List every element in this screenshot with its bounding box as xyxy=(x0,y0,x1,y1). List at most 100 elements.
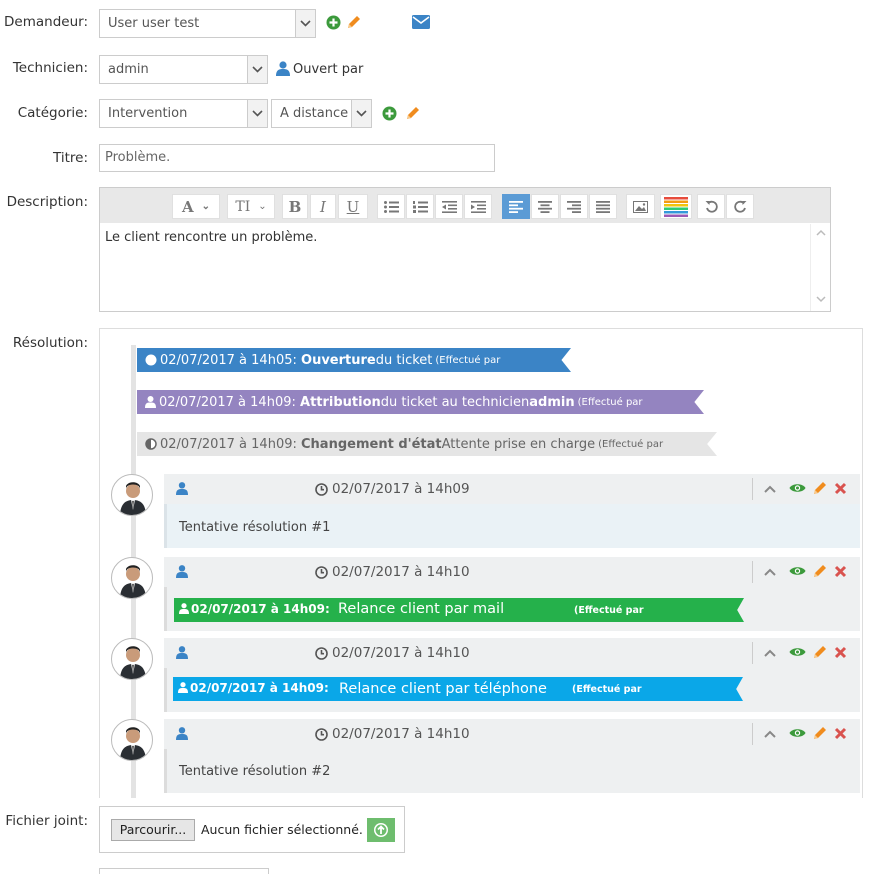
bullet-list-button[interactable] xyxy=(377,194,405,219)
color-palette-icon xyxy=(664,196,688,217)
align-justify-icon xyxy=(596,200,610,213)
color-button[interactable] xyxy=(660,194,692,219)
circle-icon xyxy=(145,354,157,366)
banner-date: 02/07/2017 à 14h09: xyxy=(191,602,330,616)
divider xyxy=(752,478,753,500)
pencil-icon[interactable] xyxy=(812,644,828,660)
align-right-icon xyxy=(567,200,581,213)
entry-date: 02/07/2017 à 14h10 xyxy=(332,645,470,661)
chevron-up-icon[interactable] xyxy=(764,485,776,493)
chevron-up-icon[interactable] xyxy=(764,568,776,576)
resolution-label: Résolution: xyxy=(12,335,88,351)
delete-icon[interactable] xyxy=(834,646,847,659)
phone-followup-banner: 02/07/2017 à 14h09: Relance client par t… xyxy=(173,677,743,701)
envelope-icon[interactable] xyxy=(412,15,430,33)
add-icon[interactable] xyxy=(382,106,397,125)
event-ribbon-opening: 02/07/2017 à 14h05: Ouverture du ticket … xyxy=(137,348,571,372)
event-text: Attente prise en charge xyxy=(441,436,596,452)
file-upload-box: Parcourir... Aucun fichier sélectionné. xyxy=(99,806,405,853)
pencil-icon[interactable] xyxy=(812,725,828,741)
divider xyxy=(752,723,753,745)
user-icon xyxy=(176,565,188,578)
italic-icon: I xyxy=(320,197,326,216)
redo-button[interactable] xyxy=(726,194,754,219)
entry-header xyxy=(164,474,860,504)
upload-button[interactable] xyxy=(367,818,395,842)
align-justify-button[interactable] xyxy=(589,194,617,219)
indent-icon xyxy=(470,200,486,213)
titre-label: Titre: xyxy=(53,150,88,166)
event-action: Changement d'état xyxy=(301,436,442,452)
outdent-button[interactable] xyxy=(435,194,463,219)
align-right-button[interactable] xyxy=(560,194,588,219)
file-status: Aucun fichier sélectionné. xyxy=(201,822,363,837)
font-size-button[interactable]: TI ⌄ xyxy=(227,194,275,219)
italic-button[interactable]: I xyxy=(310,194,336,219)
categorie-select[interactable]: Intervention xyxy=(99,99,268,128)
event-date: 02/07/2017 à 14h09: xyxy=(160,436,297,452)
demandeur-select[interactable]: User user test xyxy=(99,9,316,38)
categorie-value: Intervention xyxy=(108,106,188,121)
banner-text: Relance client par téléphone xyxy=(339,681,547,697)
underline-button[interactable]: U xyxy=(338,194,368,219)
delete-icon[interactable] xyxy=(834,565,847,578)
avatar xyxy=(111,638,153,680)
eye-icon[interactable] xyxy=(789,646,806,658)
clock-icon xyxy=(315,647,328,660)
event-author: (Effectué par xyxy=(577,396,643,408)
chevron-up-icon[interactable] xyxy=(764,649,776,657)
pencil-icon[interactable] xyxy=(405,105,421,125)
delete-icon[interactable] xyxy=(834,727,847,740)
technicien-label: Technicien: xyxy=(12,60,88,76)
user-icon xyxy=(176,727,188,740)
align-left-icon xyxy=(509,200,523,213)
pencil-icon[interactable] xyxy=(346,14,362,34)
user-avatar-icon xyxy=(120,727,146,760)
entry-text: Tentative résolution #1 xyxy=(179,520,331,535)
fichier-label: Fichier joint: xyxy=(5,813,88,829)
browse-button[interactable]: Parcourir... xyxy=(111,819,195,841)
font-button[interactable]: A ⌄ xyxy=(172,194,220,219)
event-action: Ouverture xyxy=(301,352,376,368)
resolution-timeline: 02/07/2017 à 14h05: Ouverture du ticket … xyxy=(99,328,863,798)
image-button[interactable] xyxy=(626,194,655,219)
chevron-down-icon xyxy=(247,100,267,127)
pencil-icon[interactable] xyxy=(812,480,828,496)
user-icon xyxy=(145,396,156,408)
divider xyxy=(752,642,753,664)
entry-header xyxy=(164,719,860,749)
font-icon: A xyxy=(181,197,194,216)
opened-by-text: Ouvert par xyxy=(293,62,364,77)
clock-icon xyxy=(315,483,328,496)
user-icon xyxy=(276,61,290,80)
clock-icon xyxy=(315,566,328,579)
chevron-down-icon xyxy=(247,56,267,83)
add-icon[interactable] xyxy=(326,15,341,34)
eye-icon[interactable] xyxy=(789,482,806,494)
user-avatar-icon xyxy=(120,646,146,679)
eye-icon[interactable] xyxy=(789,727,806,739)
align-center-button[interactable] xyxy=(531,194,559,219)
technicien-select[interactable]: admin xyxy=(99,55,268,84)
eye-icon[interactable] xyxy=(789,565,806,577)
editor-scrollbar[interactable] xyxy=(810,224,830,311)
bullet-list-icon xyxy=(383,200,399,213)
align-left-button[interactable] xyxy=(502,194,530,219)
user-avatar-icon xyxy=(120,482,146,515)
mode-select[interactable]: A distance xyxy=(271,99,372,128)
delete-icon[interactable] xyxy=(834,482,847,495)
pencil-icon[interactable] xyxy=(812,563,828,579)
undo-button[interactable] xyxy=(697,194,725,219)
entry-date: 02/07/2017 à 14h10 xyxy=(332,564,470,580)
font-size-icon: TI xyxy=(235,198,251,215)
titre-input[interactable]: Problème. xyxy=(99,144,495,172)
user-icon xyxy=(179,603,189,614)
event-technician: admin xyxy=(529,394,575,410)
chevron-up-icon[interactable] xyxy=(764,730,776,738)
entry-text: Tentative résolution #2 xyxy=(179,764,331,779)
numbered-list-icon xyxy=(412,200,428,213)
bold-button[interactable]: B xyxy=(282,194,308,219)
numbered-list-button[interactable] xyxy=(406,194,434,219)
next-field[interactable] xyxy=(99,868,269,874)
indent-button[interactable] xyxy=(464,194,492,219)
